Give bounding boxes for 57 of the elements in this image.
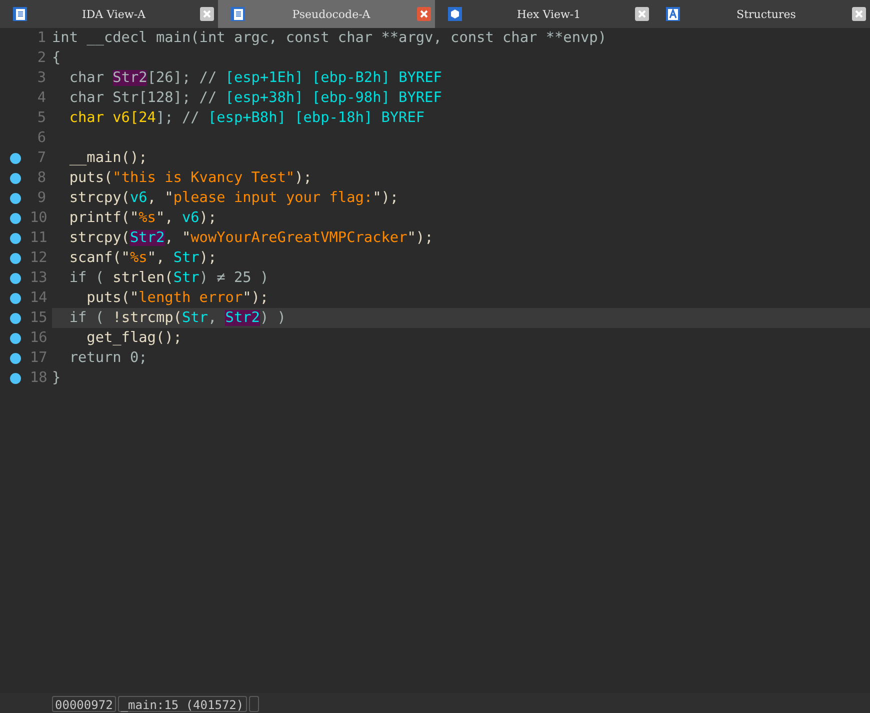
status-field	[248, 696, 259, 712]
breakpoint-dot-icon[interactable]	[10, 272, 20, 284]
line-number: 1	[36, 30, 46, 46]
breakpoint-dot-icon[interactable]	[10, 192, 20, 204]
code-line: strcpy(Str2, "wowYourAreGreatVMPCracker");	[68, 230, 434, 246]
breakpoint-dot-icon[interactable]	[10, 152, 20, 164]
code-line: return 0;	[68, 350, 148, 366]
line-number: 13	[30, 270, 46, 286]
code-line: if ( strlen(Str) ≠ 25 )	[68, 270, 269, 286]
close-icon[interactable]	[634, 7, 648, 21]
line-number: 18	[30, 370, 46, 386]
listing-icon	[12, 6, 28, 22]
code-line: puts("this is Kvancy Test");	[68, 170, 312, 186]
line-number: 9	[36, 190, 46, 206]
status-field: _main:15 (401572)	[118, 696, 247, 712]
line-number: 11	[30, 230, 46, 246]
code-line: int __cdecl main(int argc, const char **argv, const char **envp)	[52, 30, 606, 46]
code-line: get_flag();	[86, 330, 182, 346]
line-number: 12	[30, 250, 46, 266]
line-number: 7	[36, 150, 46, 166]
line-number: 2	[36, 50, 46, 66]
code-line: printf("%s", v6);	[68, 210, 217, 226]
status-field: 00000972	[52, 696, 116, 712]
line-number: 6	[36, 130, 46, 146]
code-line: scanf("%s", Str);	[68, 250, 217, 266]
hexagon-icon	[447, 6, 463, 22]
code-line: char Str2[26]; // [esp+1Eh] [ebp-B2h] BYREF	[68, 70, 442, 86]
breakpoint-dot-icon[interactable]	[10, 292, 20, 304]
code-line: char v6[24]; // [esp+B8h] [ebp-18h] BYREF	[68, 110, 425, 126]
breakpoint-dot-icon[interactable]	[10, 332, 20, 344]
code-line: char Str[128]; // [esp+38h] [ebp-98h] BYREF	[68, 90, 442, 106]
line-number: 17	[30, 350, 46, 366]
line-number: 15	[30, 310, 46, 326]
line-number: 10	[30, 210, 46, 226]
code-line: strcpy(v6, "please input your flag:");	[68, 190, 399, 206]
line-number: 4	[36, 90, 46, 106]
line-number: 14	[30, 290, 46, 306]
breakpoint-dot-icon[interactable]	[10, 312, 20, 324]
line-number: 5	[36, 110, 46, 126]
structure-icon	[664, 6, 680, 22]
breakpoint-dot-icon[interactable]	[10, 252, 20, 264]
listing-icon	[230, 6, 246, 22]
breakpoint-dot-icon[interactable]	[10, 372, 20, 384]
code-line: {	[52, 50, 61, 66]
code-line: if ( !strcmp(Str, Str2) )	[68, 310, 286, 326]
code-line: __main();	[68, 150, 148, 166]
line-number: 8	[36, 170, 46, 186]
line-number: 16	[30, 330, 46, 346]
breakpoint-dot-icon[interactable]	[10, 352, 20, 364]
close-icon[interactable]	[200, 7, 214, 21]
code-line: puts("length error");	[86, 290, 269, 306]
breakpoint-dot-icon[interactable]	[10, 172, 20, 184]
editor-tab[interactable]: Pseudocode-A	[218, 0, 435, 28]
breakpoint-dot-icon[interactable]	[10, 212, 20, 224]
code-line: }	[52, 370, 61, 386]
line-number: 3	[36, 70, 46, 86]
breakpoint-dot-icon[interactable]	[10, 232, 20, 244]
